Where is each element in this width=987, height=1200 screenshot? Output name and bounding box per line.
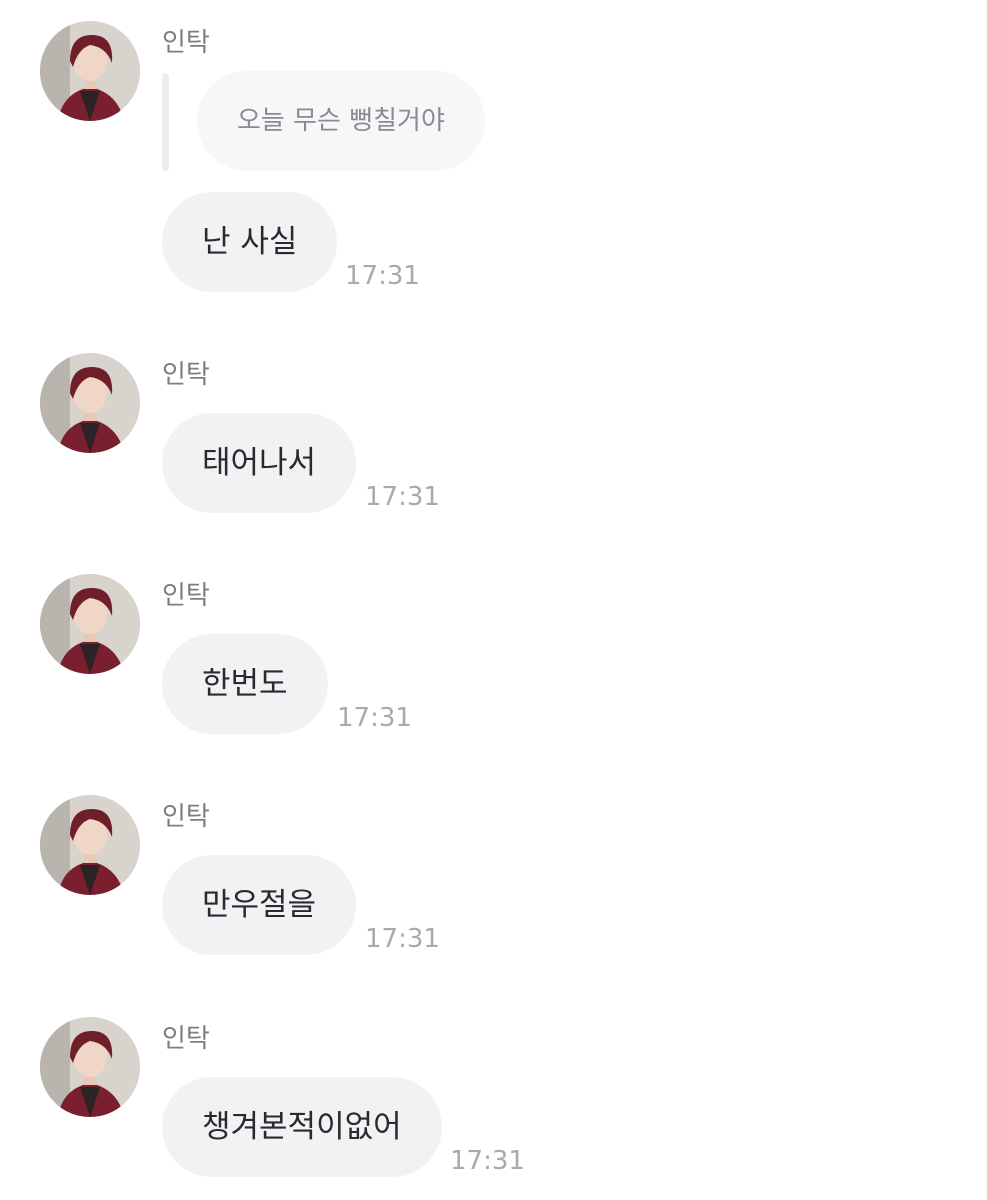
message-bubble[interactable]: 챙겨본적이없어 [162, 1077, 442, 1177]
message-timestamp: 17:31 [365, 482, 440, 512]
avatar[interactable] [40, 1017, 140, 1117]
message-bubble[interactable]: 한번도 [162, 634, 328, 734]
sender-name: 인탁 [162, 28, 210, 58]
avatar-image [40, 795, 140, 895]
message-timestamp: 17:31 [450, 1146, 525, 1176]
avatar[interactable] [40, 21, 140, 121]
sender-name: 인탁 [162, 360, 210, 390]
message-timestamp: 17:31 [337, 703, 412, 733]
message-timestamp: 17:31 [365, 924, 440, 954]
avatar-image [40, 21, 140, 121]
avatar-image [40, 574, 140, 674]
message-bubble[interactable]: 난 사실 [162, 192, 338, 292]
avatar-image [40, 353, 140, 453]
avatar-image [40, 1017, 140, 1117]
reply-indicator-bar [162, 73, 169, 171]
message-timestamp: 17:31 [345, 261, 420, 291]
avatar[interactable] [40, 353, 140, 453]
reply-quote-bubble[interactable]: 오늘 무슨 뻥칠거야 [197, 71, 485, 171]
avatar[interactable] [40, 795, 140, 895]
sender-name: 인탁 [162, 1024, 210, 1054]
sender-name: 인탁 [162, 802, 210, 832]
message-bubble[interactable]: 만우절을 [162, 855, 357, 955]
sender-name: 인탁 [162, 581, 210, 611]
message-bubble[interactable]: 태어나서 [162, 413, 357, 513]
avatar[interactable] [40, 574, 140, 674]
